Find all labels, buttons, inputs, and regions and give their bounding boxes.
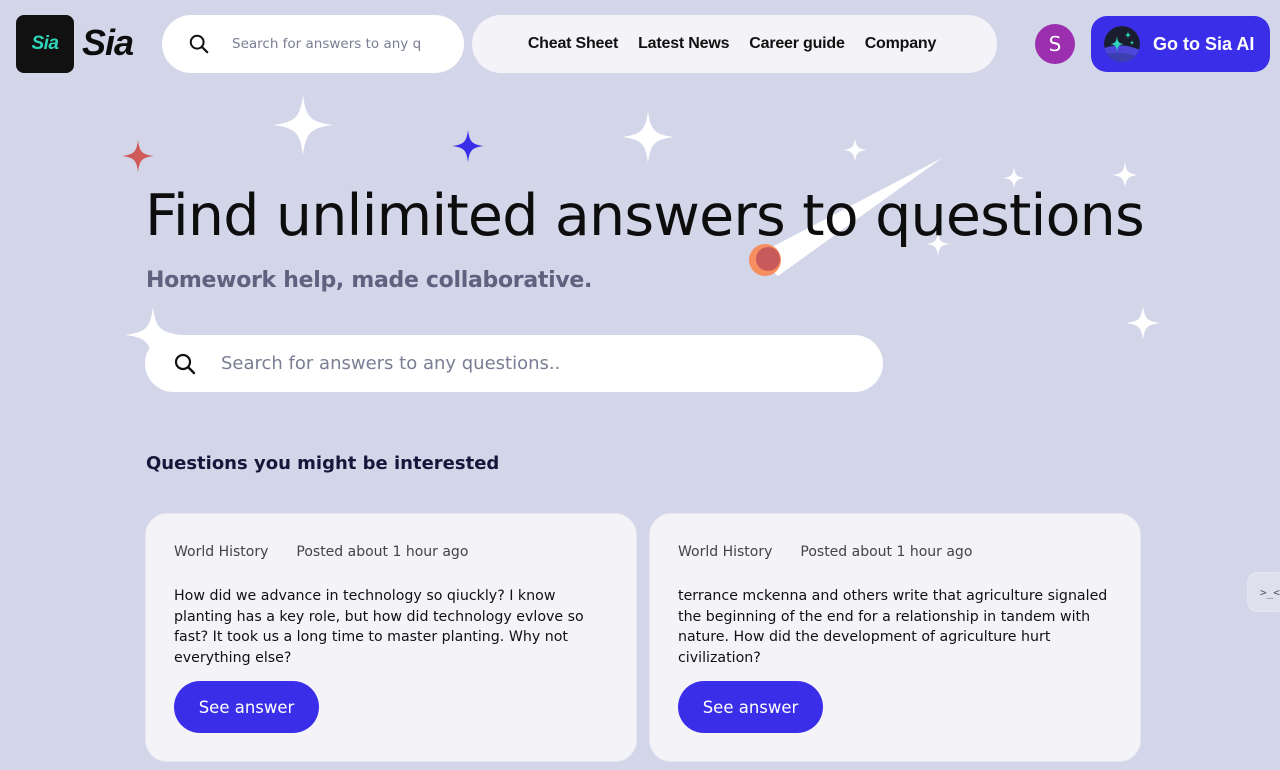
nav-company[interactable]: Company: [865, 35, 937, 53]
hero-title: Find unlimited answers to questions: [145, 183, 1145, 249]
question-card: World History Posted about 1 hour ago Ho…: [145, 513, 637, 762]
question-subject[interactable]: World History: [174, 544, 268, 560]
logo-badge[interactable]: Sia: [16, 15, 74, 73]
nav-career-guide[interactable]: Career guide: [749, 35, 845, 53]
question-subject[interactable]: World History: [678, 544, 772, 560]
question-text[interactable]: How did we advance in technology so qiuc…: [174, 586, 614, 668]
sparkle-icon-red: [122, 140, 154, 172]
hero-subtitle: Homework help, made collaborative.: [146, 268, 593, 293]
go-to-sia-ai-button[interactable]: Go to Sia AI: [1091, 16, 1270, 72]
main-nav: Cheat Sheet Latest News Career guide Com…: [472, 15, 997, 73]
question-posted-time: Posted about 1 hour ago: [296, 544, 469, 560]
nav-cheat-sheet[interactable]: Cheat Sheet: [528, 35, 618, 53]
question-card: World History Posted about 1 hour ago te…: [649, 513, 1141, 762]
user-avatar[interactable]: S: [1035, 24, 1075, 64]
sparkle-orb-icon: [1104, 26, 1140, 62]
sparkle-icon: [843, 138, 867, 162]
see-answer-button[interactable]: See answer: [678, 681, 823, 733]
main-search-input[interactable]: [221, 353, 821, 374]
sparkle-icon: [273, 95, 333, 155]
search-icon: [174, 353, 196, 374]
sparkle-icon-blue: [452, 130, 484, 162]
nav-latest-news[interactable]: Latest News: [638, 35, 729, 53]
header-search[interactable]: [162, 15, 464, 73]
see-answer-button[interactable]: See answer: [174, 681, 319, 733]
logo-badge-text: Sia: [31, 33, 59, 54]
question-text[interactable]: terrance mckenna and others write that a…: [678, 586, 1118, 668]
question-posted-time: Posted about 1 hour ago: [800, 544, 973, 560]
sparkle-icon: [1126, 306, 1160, 340]
header-search-input[interactable]: [232, 36, 422, 52]
search-icon: [189, 34, 209, 54]
floating-assistant-widget[interactable]: >_<: [1247, 572, 1280, 612]
avatar-initial: S: [1048, 32, 1062, 56]
main-search[interactable]: [145, 335, 883, 392]
sparkle-icon: [622, 111, 674, 163]
question-meta: World History Posted about 1 hour ago: [678, 544, 1112, 560]
question-meta: World History Posted about 1 hour ago: [174, 544, 608, 560]
assistant-face-icon: >_<: [1260, 585, 1280, 599]
questions-section-title: Questions you might be interested: [146, 453, 500, 474]
logo-wordmark[interactable]: Sia: [82, 22, 134, 64]
go-to-sia-ai-label: Go to Sia AI: [1153, 33, 1255, 54]
